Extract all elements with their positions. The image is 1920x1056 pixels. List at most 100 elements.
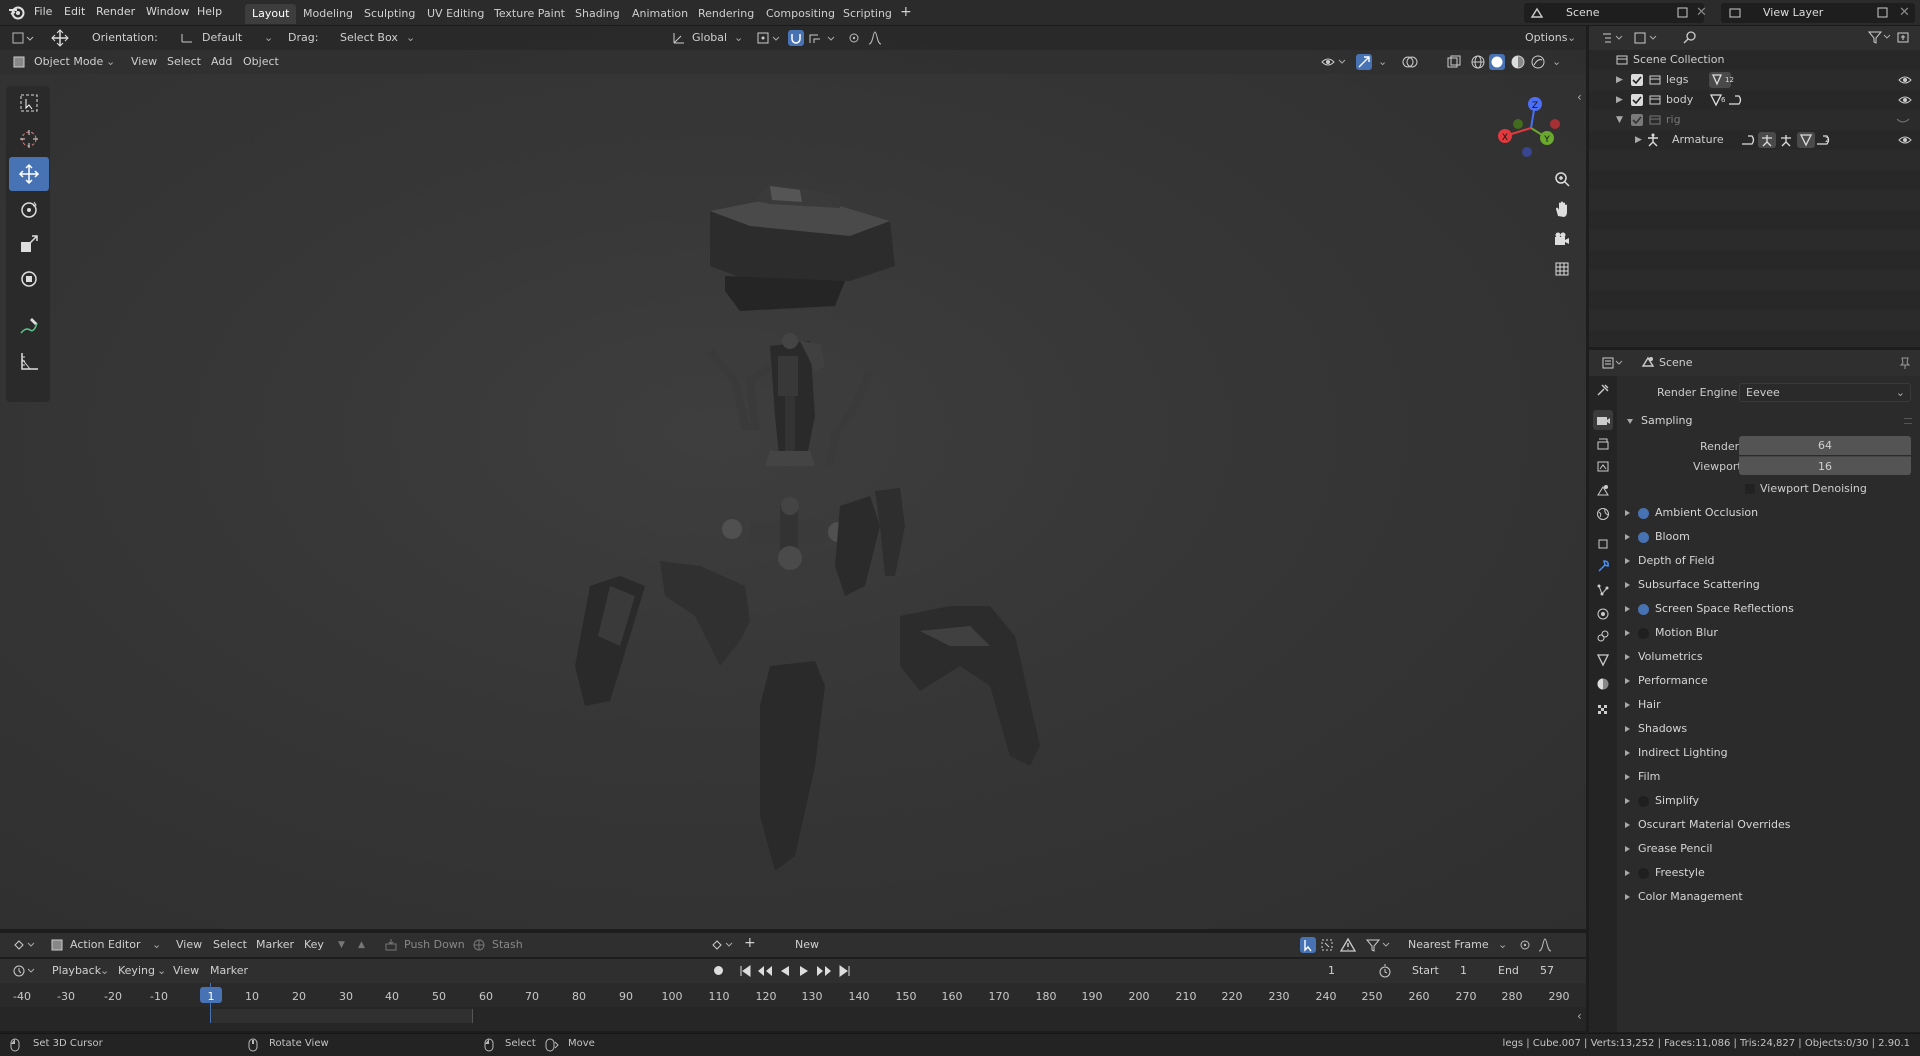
menu-select[interactable]: Select — [213, 938, 247, 951]
object-mode-dropdown[interactable]: Object Mode — [34, 55, 103, 68]
tab-layout[interactable]: Layout — [245, 4, 297, 24]
gizmo-toggle-icon[interactable] — [1356, 54, 1372, 70]
new-view-layer-icon[interactable] — [1876, 6, 1889, 19]
sidebar-toggle-icon[interactable]: ‹ — [1577, 90, 1582, 104]
menu-view[interactable]: View — [176, 938, 202, 951]
sidebar-toggle-icon[interactable]: ‹ — [1577, 1009, 1582, 1023]
upper-leg-mesh[interactable] — [660, 561, 750, 666]
drag-dropdown[interactable]: Select Box — [340, 31, 398, 44]
enable-toggle[interactable] — [1638, 603, 1649, 615]
zoom-icon[interactable] — [1549, 166, 1575, 192]
view-layer-tab-icon[interactable] — [1593, 456, 1613, 476]
down-arrow-icon[interactable]: ▼ — [338, 940, 345, 950]
transform-orientation-dropdown[interactable]: Global — [692, 31, 727, 44]
jump-start-icon[interactable] — [738, 964, 752, 978]
overlays-icon[interactable] — [1402, 54, 1418, 70]
panel-bloom[interactable]: Bloom — [1625, 527, 1690, 547]
menu-render[interactable]: Render — [96, 5, 135, 18]
lower-leg-mesh[interactable] — [760, 661, 825, 871]
snap-toggle-icon[interactable] — [788, 30, 804, 46]
jump-keyframe-forward-icon[interactable] — [815, 964, 833, 978]
push-down-button[interactable]: Push Down — [404, 938, 465, 951]
outliner-row-legs[interactable]: ▶ legs 12 — [1589, 70, 1920, 90]
pan-hand-icon[interactable] — [1549, 196, 1575, 222]
menu-add[interactable]: Add — [211, 55, 232, 68]
ortho-grid-icon[interactable] — [1549, 256, 1575, 282]
panel-depth-of-field[interactable]: Depth of Field — [1625, 551, 1715, 571]
menu-marker[interactable]: Marker — [256, 938, 294, 951]
menu-help[interactable]: Help — [197, 5, 222, 18]
close-scene-icon[interactable]: ✕ — [1696, 5, 1707, 20]
expand-triangle-icon[interactable]: ▶ — [1616, 70, 1623, 90]
record-icon[interactable] — [714, 966, 723, 975]
panel-freestyle[interactable]: Freestyle — [1625, 863, 1705, 883]
tab-shading[interactable]: Shading — [568, 4, 627, 24]
menu-edit[interactable]: Edit — [64, 5, 85, 18]
move-tool-button[interactable] — [9, 157, 49, 191]
output-tab-icon[interactable] — [1593, 434, 1613, 454]
menu-view[interactable]: View — [131, 55, 157, 68]
jump-keyframe-back-icon[interactable] — [756, 964, 774, 978]
action-editor-mode-dropdown[interactable]: Action Editor — [70, 938, 141, 951]
new-scene-icon[interactable] — [1676, 6, 1689, 19]
camera-view-icon[interactable] — [1549, 226, 1575, 252]
physics-tab-icon[interactable] — [1593, 604, 1613, 624]
timeline-editor-type-icon[interactable] — [12, 964, 38, 978]
object-tab-icon[interactable] — [1593, 534, 1613, 554]
outliner-row-rig[interactable]: ▼ rig — [1589, 110, 1920, 130]
render-samples-field[interactable]: 64 — [1739, 436, 1911, 455]
menu-select[interactable]: Select — [167, 55, 201, 68]
select-box-tool-icon[interactable] — [9, 86, 49, 120]
new-action-plus-icon[interactable]: + — [744, 935, 756, 951]
snap-target-icon[interactable] — [808, 31, 838, 45]
xray-toggle-icon[interactable] — [1446, 54, 1462, 70]
render-engine-dropdown[interactable]: Eevee ⌄ — [1739, 383, 1911, 402]
proportional-editing-icon[interactable] — [1519, 939, 1531, 951]
new-collection-icon[interactable] — [1896, 30, 1910, 44]
tool-tab-icon[interactable] — [1593, 380, 1613, 400]
rendered-shading-icon[interactable] — [1530, 54, 1546, 70]
start-frame-field[interactable]: 1 — [1460, 964, 1467, 977]
scale-tool-icon[interactable] — [9, 227, 49, 261]
panel-oscurart-material-overrides[interactable]: Oscurart Material Overrides — [1625, 815, 1791, 835]
panel-screen-space-reflections[interactable]: Screen Space Reflections — [1625, 599, 1794, 619]
cursor-tool-icon[interactable] — [9, 122, 49, 156]
robot-model-render[interactable] — [470, 166, 1090, 886]
tab-texture-paint[interactable]: Texture Paint — [487, 4, 572, 24]
current-frame-field[interactable]: 1 — [1328, 964, 1335, 977]
exclude-checkbox[interactable] — [1631, 74, 1643, 86]
properties-editor-type-icon[interactable] — [1601, 356, 1625, 370]
filter-icon[interactable] — [1868, 30, 1892, 44]
tab-modeling[interactable]: Modeling — [296, 4, 360, 24]
panel-hair[interactable]: Hair — [1625, 695, 1661, 715]
enable-toggle[interactable] — [1638, 627, 1649, 639]
sampling-panel-header[interactable]: Sampling — [1627, 411, 1693, 431]
head-mesh[interactable] — [710, 184, 895, 311]
data-tab-icon[interactable] — [1593, 650, 1613, 670]
panel-shadows[interactable]: Shadows — [1625, 719, 1687, 739]
orientation-dropdown[interactable]: Default — [202, 31, 242, 44]
eye-closed-icon[interactable] — [1896, 116, 1910, 126]
tab-scripting[interactable]: Scripting — [836, 4, 899, 24]
menu-marker[interactable]: Marker — [210, 964, 248, 977]
particles-tab-icon[interactable] — [1593, 580, 1613, 600]
world-tab-icon[interactable] — [1593, 504, 1613, 524]
texture-tab-icon[interactable] — [1593, 700, 1613, 720]
menu-keying[interactable]: Keying — [118, 964, 155, 977]
outliner-editor-type-icon[interactable] — [1601, 31, 1625, 45]
display-mode-icon[interactable] — [1633, 31, 1661, 45]
transform-tool-icon[interactable] — [9, 262, 49, 296]
filter-icon[interactable] — [1366, 938, 1392, 952]
collapse-triangle-icon[interactable]: ▼ — [1616, 110, 1623, 130]
play-reverse-icon[interactable] — [778, 964, 792, 978]
panel-grease-pencil[interactable]: Grease Pencil — [1625, 839, 1712, 859]
stash-button[interactable]: Stash — [492, 938, 523, 951]
measure-tool-icon[interactable] — [9, 344, 49, 378]
panel-motion-blur[interactable]: Motion Blur — [1625, 623, 1718, 643]
panel-performance[interactable]: Performance — [1625, 671, 1708, 691]
timeline-area[interactable]: -40 -30 -20 -10 1 10 20 30 40 50 60 70 8… — [0, 983, 1586, 1031]
hip-mesh[interactable] — [722, 497, 848, 570]
exclude-checkbox[interactable] — [1631, 94, 1643, 106]
search-icon[interactable] — [1683, 30, 1697, 44]
menu-key[interactable]: Key — [304, 938, 324, 951]
